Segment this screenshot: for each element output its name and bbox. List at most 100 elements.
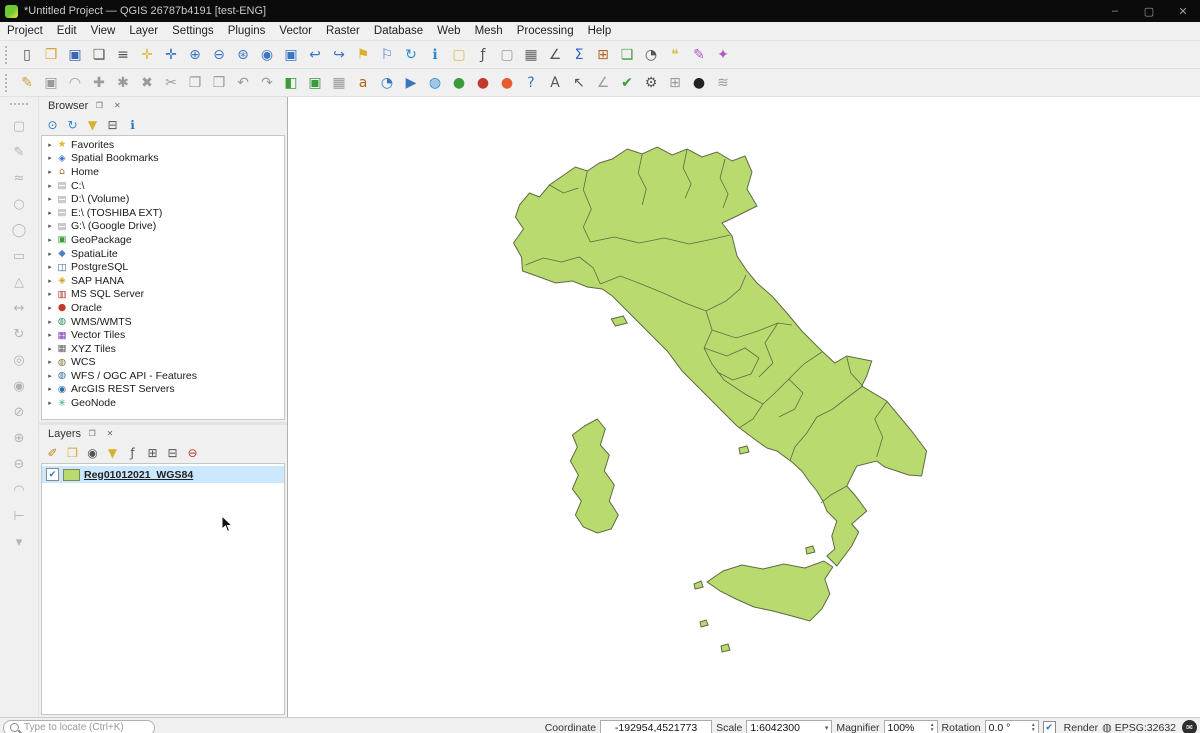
temporal-controller-button[interactable]: ◔ [639,43,663,67]
new-annotation-button[interactable]: ✎ [687,43,711,67]
fill-ring-button[interactable]: ◉ [7,374,31,398]
view-menu[interactable]: View [84,22,123,40]
copy-features-button[interactable]: ❐ [183,71,207,95]
wcs-browser-item[interactable]: ▸ ◍ WCS [42,356,284,370]
help-contents-button[interactable]: ? [519,71,543,95]
xyz-tiles-browser-item[interactable]: ▸ ▦ XYZ Tiles [42,342,284,356]
browser-refresh-button[interactable]: ↻ [63,115,82,134]
coordinate-input[interactable]: -192954,4521773 [600,720,712,733]
layer-diagram-button[interactable]: ◔ [375,71,399,95]
identify-features-button[interactable]: ℹ [423,43,447,67]
ms-sql-server-browser-item[interactable]: ▸ ▥ MS SQL Server [42,288,284,302]
drive-e-browser-item[interactable]: ▸ ▤ E:\ (TOSHIBA EXT) [42,206,284,220]
plugins-menu[interactable]: Plugins [221,22,273,40]
raster-menu[interactable]: Raster [319,22,367,40]
spinner-arrows-icon[interactable]: ▴ ▾ [931,723,934,733]
metasearch-button[interactable]: ◍ [423,71,447,95]
expand-arrow-icon[interactable]: ▸ [45,168,55,176]
spinner-arrows-icon[interactable]: ▴ ▾ [1032,723,1035,733]
toolbar-overflow-button[interactable]: ▾ [7,530,31,554]
show-layout-manager-button[interactable]: ≡ [111,43,135,67]
stream-digitize-button[interactable]: ≈ [7,166,31,190]
open-attribute-table-button[interactable]: ▦ [519,43,543,67]
help-menu[interactable]: Help [581,22,619,40]
map-canvas[interactable] [287,97,1200,717]
wfs-browser-item[interactable]: ▸ ◍ WFS / OGC API - Features [42,369,284,383]
expand-arrow-icon[interactable]: ▸ [45,331,55,339]
expand-arrow-icon[interactable]: ▸ [45,345,55,353]
trim-extend-button[interactable]: ⊢ [7,504,31,528]
select-features-button[interactable]: ▢ [447,43,471,67]
move-annotation-button[interactable]: ↖ [567,71,591,95]
expand-arrow-icon[interactable]: ▸ [45,195,55,203]
expand-arrow-icon[interactable]: ▸ [45,358,55,366]
plugin-red-button[interactable]: ● [471,71,495,95]
data-source-manager-button[interactable]: ⊞ [591,43,615,67]
new-print-layout-button[interactable]: ❏ [87,43,111,67]
select-by-expression-button[interactable]: ƒ [471,43,495,67]
reshape-features-button[interactable]: ◠ [7,478,31,502]
layers-float-icon[interactable]: ❐ [85,427,99,440]
maximize-button[interactable]: ▢ [1132,0,1166,22]
locate-search-input[interactable]: Type to locate (Ctrl+K) [3,720,155,733]
statistical-summary-button[interactable]: Σ [567,43,591,67]
toggle-editing-button[interactable]: ✎ [15,71,39,95]
messages-button[interactable]: ✉ [1182,720,1197,733]
add-ellipse-button[interactable]: ◯ [7,218,31,242]
postgresql-browser-item[interactable]: ▸ ◫ PostgreSQL [42,260,284,274]
add-ring-button[interactable]: ◎ [7,348,31,372]
expand-arrow-icon[interactable]: ▸ [45,209,55,217]
close-button[interactable]: ✕ [1166,0,1200,22]
chevron-down-icon[interactable]: ▾ [825,724,829,732]
expand-arrow-icon[interactable]: ▸ [45,290,55,298]
new-project-button[interactable]: ▯ [15,43,39,67]
web-menu[interactable]: Web [430,22,467,40]
zoom-last-button[interactable]: ↩ [303,43,327,67]
settings-menu[interactable]: Settings [165,22,221,40]
expand-arrow-icon[interactable]: ▸ [45,318,55,326]
drive-d-browser-item[interactable]: ▸ ▤ D:\ (Volume) [42,192,284,206]
crs-status-button[interactable]: ◍ EPSG:32632 [1102,722,1176,733]
zoom-full-button[interactable]: ⊛ [231,43,255,67]
layer-labeling-button[interactable]: a [351,71,375,95]
paste-features-button[interactable]: ❒ [207,71,231,95]
spatialite-browser-item[interactable]: ▸ ◆ SpatiaLite [42,247,284,261]
add-part-button[interactable]: ⊕ [7,426,31,450]
processing-toolbox-button[interactable]: ⚙ [639,71,663,95]
expand-arrow-icon[interactable]: ▸ [45,385,55,393]
new-shapefile-layer-button[interactable]: ◧ [279,71,303,95]
new-geopackage-layer-button[interactable]: ▣ [303,71,327,95]
project-menu[interactable]: Project [0,22,50,40]
plugin-green-button[interactable]: ● [447,71,471,95]
oracle-browser-item[interactable]: ▸ ● Oracle [42,301,284,315]
delete-ring-button[interactable]: ⊘ [7,400,31,424]
geopackage-browser-item[interactable]: ▸ ▣ GeoPackage [42,233,284,247]
new-virtual-layer-button[interactable]: ▦ [327,71,351,95]
measure-angle-button[interactable]: ∠ [591,71,615,95]
cut-features-button[interactable]: ✂ [159,71,183,95]
dark-globe-button[interactable]: ● [687,71,711,95]
style-manager-button[interactable]: ✦ [711,43,735,67]
arcgis-rest-servers-browser-item[interactable]: ▸ ◉ ArcGIS REST Servers [42,383,284,397]
filter-legend-button[interactable]: ▼ [103,443,122,462]
favorites-browser-item[interactable]: ▸ ★ Favorites [42,138,284,152]
python-console-button[interactable]: ▶ [399,71,423,95]
render-checkbox[interactable]: ✔ [1043,721,1056,733]
digitize-pencil-button[interactable]: ✎ [7,140,31,164]
browser-filter-button[interactable]: ▼ [83,115,102,134]
zoom-to-selection-button[interactable]: ◉ [255,43,279,67]
rotate-feature-button[interactable]: ↻ [7,322,31,346]
home-browser-item[interactable]: ▸ ⌂ Home [42,165,284,179]
add-group-button[interactable]: ❐ [63,443,82,462]
remove-layer-button[interactable]: ⊖ [183,443,202,462]
vector-menu[interactable]: Vector [272,22,319,40]
magnifier-spinbox[interactable]: 100% ▴ ▾ [884,720,938,733]
undo-button[interactable]: ↶ [231,71,255,95]
expand-arrow-icon[interactable]: ▸ [45,263,55,271]
mesh-menu[interactable]: Mesh [468,22,510,40]
expand-arrow-icon[interactable]: ▸ [45,236,55,244]
manage-map-themes-button[interactable]: ◉ [83,443,102,462]
save-layer-edits-button[interactable]: ▣ [39,71,63,95]
toolbar-handle[interactable] [10,103,28,109]
zoom-in-button[interactable]: ⊕ [183,43,207,67]
